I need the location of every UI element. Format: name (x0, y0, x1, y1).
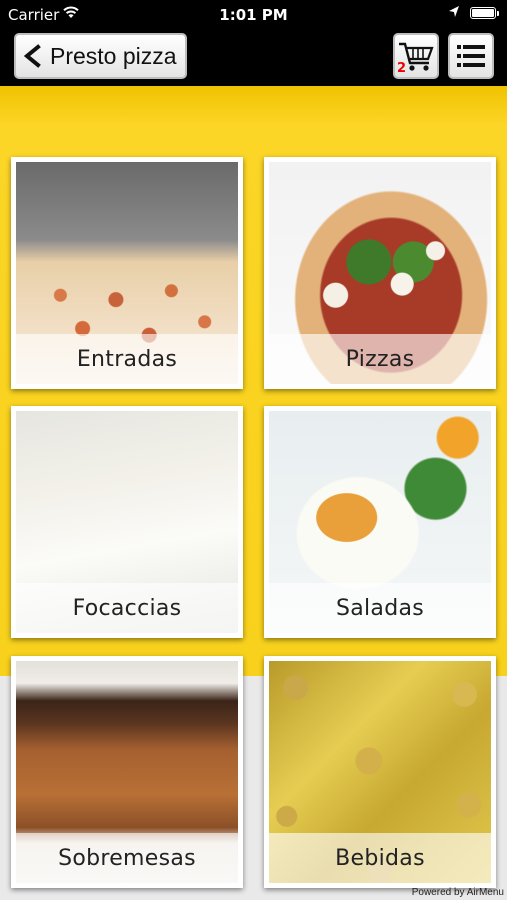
category-label: Saladas (269, 583, 491, 633)
back-chevron-icon (23, 44, 41, 68)
category-tile-saladas[interactable]: Saladas (264, 406, 496, 638)
category-label: Entradas (16, 334, 238, 384)
battery-icon (470, 7, 499, 19)
nav-bar: Presto pizza 2 (0, 30, 507, 86)
location-arrow-icon (449, 6, 459, 17)
entradas-photo: Entradas (16, 162, 238, 384)
back-button[interactable]: Presto pizza (14, 33, 187, 79)
cart-button[interactable]: 2 (393, 33, 439, 79)
category-tile-pizzas[interactable]: Pizzas (264, 157, 496, 389)
pizzas-photo: Pizzas (269, 162, 491, 384)
category-label: Pizzas (269, 334, 491, 384)
category-label: Focaccias (16, 583, 238, 633)
bebidas-photo: Bebidas (269, 661, 491, 883)
category-label: Sobremesas (16, 833, 238, 883)
status-time: 1:01 PM (219, 6, 288, 24)
category-tile-entradas[interactable]: Entradas (11, 157, 243, 389)
cart-count-badge: 2 (397, 61, 407, 76)
category-tile-focaccias[interactable]: Focaccias (11, 406, 243, 638)
category-label: Bebidas (269, 833, 491, 883)
back-button-label: Presto pizza (50, 42, 177, 69)
sobremesas-photo: Sobremesas (16, 661, 238, 883)
focaccias-photo: Focaccias (16, 411, 238, 633)
menu-button[interactable] (448, 33, 494, 79)
category-tile-bebidas[interactable]: Bebidas (264, 656, 496, 888)
hamburger-menu-icon (457, 45, 485, 67)
category-tile-sobremesas[interactable]: Sobremesas (11, 656, 243, 888)
powered-by-label: Powered by AirMenu (411, 887, 504, 898)
saladas-photo: Saladas (269, 411, 491, 633)
status-bar: Carrier 1:01 PM (0, 0, 507, 30)
